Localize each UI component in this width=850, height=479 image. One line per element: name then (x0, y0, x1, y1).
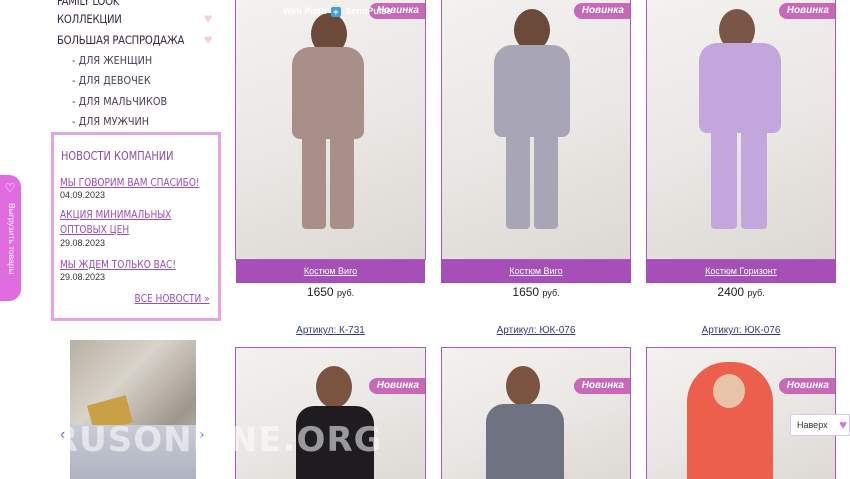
news-link[interactable]: МЫ ЖДЕМ ТОЛЬКО ВАС! (60, 257, 208, 272)
price-value: 1650 (512, 285, 540, 299)
webpush-banner[interactable]: Web Push + SendPulse (283, 6, 391, 17)
all-news-link[interactable]: ВСЕ НОВОСТИ » (135, 292, 210, 305)
new-badge: Новинка (778, 378, 835, 394)
product-price: 1650 руб. (441, 285, 631, 299)
to-top-label: Наверх (797, 420, 828, 430)
product-price: 1650 руб. (236, 285, 425, 299)
price-currency: руб. (747, 288, 765, 298)
export-products-tab[interactable]: ♡ Выгрузить товары (0, 175, 21, 301)
scroll-to-top-button[interactable]: Наверх ♥ (790, 414, 850, 436)
figure-top (292, 47, 364, 139)
new-badge: Новинка (573, 378, 630, 394)
figure-leg (741, 123, 767, 229)
left-sidebar: FAMILY LOOK КОЛЛЕКЦИИ ♥ БОЛЬШАЯ РАСПРОДА… (0, 0, 228, 479)
product-image[interactable]: Новинка (646, 347, 836, 479)
new-badge: Новинка (573, 3, 630, 19)
product-sku-link[interactable]: Артикул: ЮК-076 (441, 325, 631, 336)
product-image[interactable]: Новинка (235, 0, 426, 260)
price-currency: руб. (542, 288, 560, 298)
figure-leg (506, 127, 530, 229)
figure-top (486, 404, 564, 479)
figure-leg (302, 129, 326, 229)
product-name-link[interactable]: Костюм Горизонт (646, 260, 836, 283)
figure-top (494, 45, 570, 137)
export-tab-label: Выгрузить товары (7, 203, 17, 275)
figure-top (699, 43, 781, 133)
submenu-item-girls[interactable]: - ДЛЯ ДЕВОЧЕК (72, 74, 151, 87)
product-image[interactable]: Новинка (441, 347, 631, 479)
submenu-item-women[interactable]: - ДЛЯ ЖЕНЩИН (72, 54, 152, 67)
sendpulse-label: SendPulse (345, 6, 392, 16)
news-title: НОВОСТИ КОМПАНИИ (61, 149, 174, 163)
submenu-item-men[interactable]: - ДЛЯ МУЖЧИН (72, 115, 149, 128)
heart-icon: ♥ (839, 417, 847, 432)
figure-leg (711, 123, 737, 229)
new-badge: Новинка (368, 378, 425, 394)
news-link[interactable]: МЫ ГОВОРИМ ВАМ СПАСИБО! (60, 175, 208, 190)
news-date: 04.09.2023 (60, 190, 106, 200)
price-currency: руб. (336, 288, 355, 298)
product-image[interactable]: Новинка (441, 0, 631, 260)
price-value: 2400 (717, 285, 745, 299)
product-image[interactable]: Новинка (646, 0, 836, 260)
product-name-link[interactable]: Костюм Виго (236, 260, 425, 283)
webpush-label: Web Push (283, 6, 327, 16)
product-price: 2400 руб. (646, 285, 836, 299)
watermark: RUSONLINE.ORG (52, 420, 383, 460)
new-badge: Новинка (778, 3, 835, 19)
plus-icon: + (330, 6, 341, 17)
product-name-link[interactable]: Костюм Виго (441, 260, 631, 283)
heart-icon: ♥ (204, 10, 213, 26)
heart-icon: ♥ (204, 31, 213, 47)
figure-leg (330, 129, 354, 229)
product-sku-link[interactable]: Артикул: К-731 (236, 325, 425, 336)
price-value: 1650 (306, 285, 334, 299)
news-date: 29.08.2023 (60, 238, 106, 248)
news-link[interactable]: АКЦИЯ МИНИМАЛЬНЫХ ОПТОВЫХ ЦЕН (60, 207, 195, 237)
submenu-item-boys[interactable]: - ДЛЯ МАЛЬЧИКОВ (72, 95, 167, 108)
menu-item-family-look[interactable]: FAMILY LOOK (57, 0, 119, 8)
product-sku-link[interactable]: Артикул: ЮК-076 (646, 325, 836, 336)
menu-item-collections[interactable]: КОЛЛЕКЦИИ (57, 12, 122, 26)
menu-item-big-sale[interactable]: БОЛЬШАЯ РАСПРОДАЖА (57, 33, 184, 47)
heart-outline-icon: ♡ (4, 181, 16, 195)
company-news-box: НОВОСТИ КОМПАНИИ МЫ ГОВОРИМ ВАМ СПАСИБО!… (51, 132, 221, 321)
news-date: 29.08.2023 (60, 272, 106, 282)
figure-leg (534, 127, 558, 229)
